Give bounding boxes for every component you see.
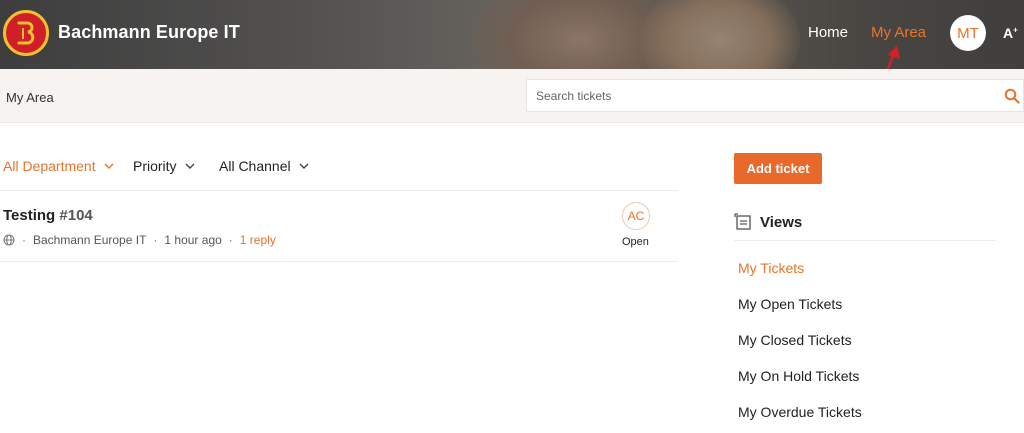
ticket-replies-link[interactable]: 1 reply (240, 233, 276, 247)
ticket-time: 1 hour ago (164, 233, 222, 247)
logo-icon[interactable] (3, 10, 49, 56)
nav-my-area-link[interactable]: My Area (871, 24, 926, 41)
search-box[interactable] (526, 79, 1024, 112)
brand-name[interactable]: Bachmann Europe IT (58, 22, 240, 43)
filter-channel-label: All Channel (219, 158, 291, 174)
ticket-meta: · Bachmann Europe IT · 1 hour ago · 1 re… (3, 233, 276, 247)
view-my-overdue-tickets[interactable]: My Overdue Tickets (738, 404, 862, 420)
status-badge: Open (622, 236, 649, 248)
view-my-open-tickets[interactable]: My Open Tickets (738, 296, 842, 312)
view-my-closed-tickets[interactable]: My Closed Tickets (738, 332, 852, 348)
accessibility-sup: + (1013, 25, 1018, 35)
sub-header-bar: My Area (0, 69, 1024, 123)
views-header: Views (734, 213, 802, 231)
nav-home-link[interactable]: Home (808, 24, 848, 41)
user-avatar[interactable]: MT (950, 15, 986, 51)
ticket-title-link[interactable]: Testing #104 (3, 207, 93, 224)
filter-channel[interactable]: All Channel (219, 158, 309, 174)
divider (0, 261, 678, 262)
assignee-avatar: AC (622, 202, 650, 230)
views-title: Views (760, 213, 803, 231)
globe-icon (3, 234, 15, 246)
filter-priority-label: Priority (133, 158, 177, 174)
ticket-id: #104 (59, 207, 93, 224)
filter-department[interactable]: All Department (3, 158, 114, 174)
search-icon[interactable] (1004, 88, 1020, 104)
filter-department-label: All Department (3, 158, 96, 174)
chevron-down-icon (104, 163, 114, 169)
accessibility-label: A (1003, 25, 1014, 41)
view-my-on-hold-tickets[interactable]: My On Hold Tickets (738, 368, 859, 384)
breadcrumb: My Area (6, 90, 54, 105)
divider (734, 240, 996, 241)
ticket-organization: Bachmann Europe IT (33, 233, 147, 247)
chevron-down-icon (185, 163, 195, 169)
filter-priority[interactable]: Priority (133, 158, 195, 174)
add-ticket-button[interactable]: Add ticket (734, 153, 822, 184)
chevron-down-icon (299, 163, 309, 169)
divider (0, 190, 678, 191)
logo-b-icon (17, 21, 35, 45)
accessibility-button[interactable]: A+ (1003, 25, 1018, 41)
views-icon (734, 213, 751, 230)
ticket-title: Testing (3, 207, 56, 224)
search-input[interactable] (527, 80, 987, 111)
view-my-tickets[interactable]: My Tickets (738, 260, 804, 276)
